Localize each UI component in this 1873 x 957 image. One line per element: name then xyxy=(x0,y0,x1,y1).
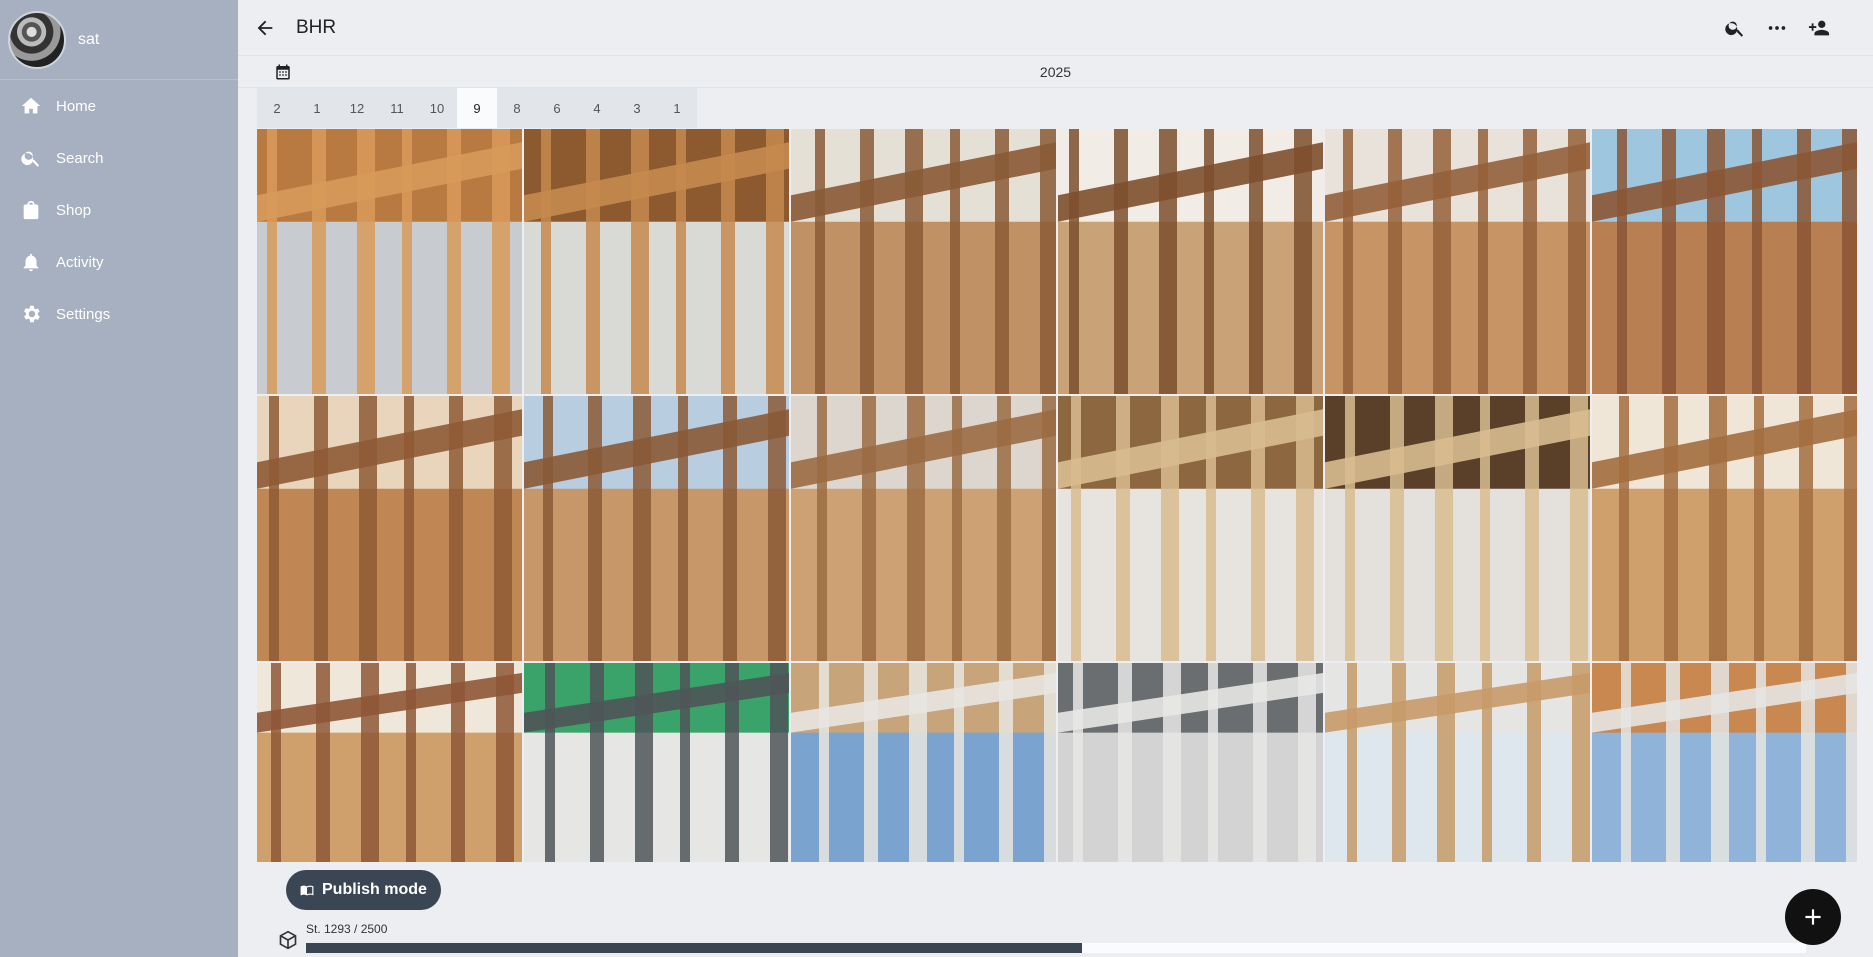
sidebar-item-label: Shop xyxy=(56,201,92,219)
photo-image xyxy=(791,396,1056,661)
avatar[interactable] xyxy=(8,10,66,69)
storage-progress xyxy=(306,943,1806,953)
photo-thumbnail[interactable] xyxy=(257,129,522,394)
photo-thumbnail[interactable] xyxy=(257,663,522,862)
photo-thumbnail[interactable] xyxy=(524,396,789,661)
username: sat xyxy=(78,30,100,48)
photo-image xyxy=(257,129,522,394)
main-content: BHR 2025 2 1 12 11 10 9 8 6 4 3 1 Publish mode St.… xyxy=(238,0,1873,957)
plus-icon xyxy=(1805,909,1821,925)
photo-image xyxy=(791,129,1056,394)
month-tabs: 2 1 12 11 10 9 8 6 4 3 1 xyxy=(257,88,697,128)
sidebar-item-search[interactable]: Search xyxy=(0,132,238,184)
month-tab[interactable]: 12 xyxy=(337,88,377,128)
photo-thumbnail[interactable] xyxy=(1592,663,1857,862)
publish-mode-button[interactable]: Publish mode xyxy=(286,870,441,910)
photo-image xyxy=(1058,663,1323,862)
photo-image xyxy=(257,396,522,661)
sidebar-item-label: Home xyxy=(56,97,97,115)
sidebar-item-label: Search xyxy=(56,149,104,167)
sidebar-item-activity[interactable]: Activity xyxy=(0,236,238,288)
photo-image xyxy=(1325,663,1590,862)
photo-thumbnail[interactable] xyxy=(1325,396,1590,661)
month-tab[interactable]: 3 xyxy=(617,88,657,128)
photo-thumbnail[interactable] xyxy=(1058,129,1323,394)
search-icon xyxy=(21,151,40,167)
shopping-bag-icon xyxy=(23,200,39,220)
photo-thumbnail[interactable] xyxy=(1592,396,1857,661)
year-bar: 2025 xyxy=(238,56,1873,88)
photo-image xyxy=(524,129,789,394)
photo-thumbnail[interactable] xyxy=(1325,663,1590,862)
photo-thumbnail[interactable] xyxy=(1325,129,1590,394)
photo-image xyxy=(1058,129,1323,394)
sidebar-item-label: Settings xyxy=(56,305,111,323)
photo-image xyxy=(257,663,522,862)
month-tab[interactable]: 9 xyxy=(457,88,497,128)
photo-thumbnail[interactable] xyxy=(257,396,522,661)
home-icon xyxy=(21,97,41,114)
photo-thumbnail[interactable] xyxy=(1592,129,1857,394)
sidebar-item-shop[interactable]: Shop xyxy=(0,184,238,236)
month-tab[interactable]: 1 xyxy=(657,88,697,128)
photo-image xyxy=(524,396,789,661)
storage-progress-fill xyxy=(306,943,1082,953)
storage-text: St. 1293 / 2500 xyxy=(306,922,388,936)
calendar-icon[interactable] xyxy=(274,63,292,81)
photo-image xyxy=(1058,396,1323,661)
photo-thumbnail[interactable] xyxy=(524,663,789,862)
sidebar-item-settings[interactable]: Settings xyxy=(0,288,238,340)
page-title: BHR xyxy=(296,16,337,38)
add-person-button[interactable] xyxy=(1803,12,1835,44)
search-button[interactable] xyxy=(1719,12,1751,44)
photo-thumbnail[interactable] xyxy=(791,663,1056,862)
topbar: BHR xyxy=(238,0,1873,56)
more-horizontal-icon xyxy=(1768,26,1786,30)
photo-image xyxy=(1325,129,1590,394)
photo-thumbnail[interactable] xyxy=(791,396,1056,661)
cube-icon xyxy=(279,930,297,950)
month-tab[interactable]: 6 xyxy=(537,88,577,128)
header-actions xyxy=(1719,12,1835,44)
bell-icon xyxy=(23,253,39,272)
photo-thumbnail[interactable] xyxy=(524,129,789,394)
month-tab[interactable]: 11 xyxy=(377,88,417,128)
month-tab[interactable]: 1 xyxy=(297,88,337,128)
photo-image xyxy=(1325,396,1590,661)
photo-image xyxy=(1592,663,1857,862)
person-add-icon xyxy=(1808,20,1830,36)
sidebar: sat Home Search Shop Activity Settings xyxy=(0,0,238,957)
month-tab[interactable]: 10 xyxy=(417,88,457,128)
back-button[interactable] xyxy=(248,11,282,45)
publish-mode-label: Publish mode xyxy=(322,881,427,898)
year-label: 2025 xyxy=(1039,64,1072,80)
arrow-left-icon xyxy=(257,20,273,35)
sidebar-item-label: Activity xyxy=(56,253,104,271)
search-icon xyxy=(1725,21,1744,37)
gear-icon xyxy=(24,305,40,323)
photo-image xyxy=(1592,129,1857,394)
month-tab[interactable]: 2 xyxy=(257,88,297,128)
photo-thumbnail[interactable] xyxy=(1058,396,1323,661)
photo-thumbnail[interactable] xyxy=(1058,663,1323,862)
book-icon xyxy=(300,885,314,896)
photo-image xyxy=(1592,396,1857,661)
photo-image xyxy=(791,663,1056,862)
month-tab[interactable]: 4 xyxy=(577,88,617,128)
month-tab[interactable]: 8 xyxy=(497,88,537,128)
profile[interactable]: sat xyxy=(0,0,238,80)
sidebar-item-home[interactable]: Home xyxy=(0,80,238,132)
photo-thumbnail[interactable] xyxy=(791,129,1056,394)
photo-image xyxy=(524,663,789,862)
add-button[interactable] xyxy=(1785,889,1841,945)
more-options-button[interactable] xyxy=(1761,12,1793,44)
photo-grid xyxy=(257,129,1857,928)
